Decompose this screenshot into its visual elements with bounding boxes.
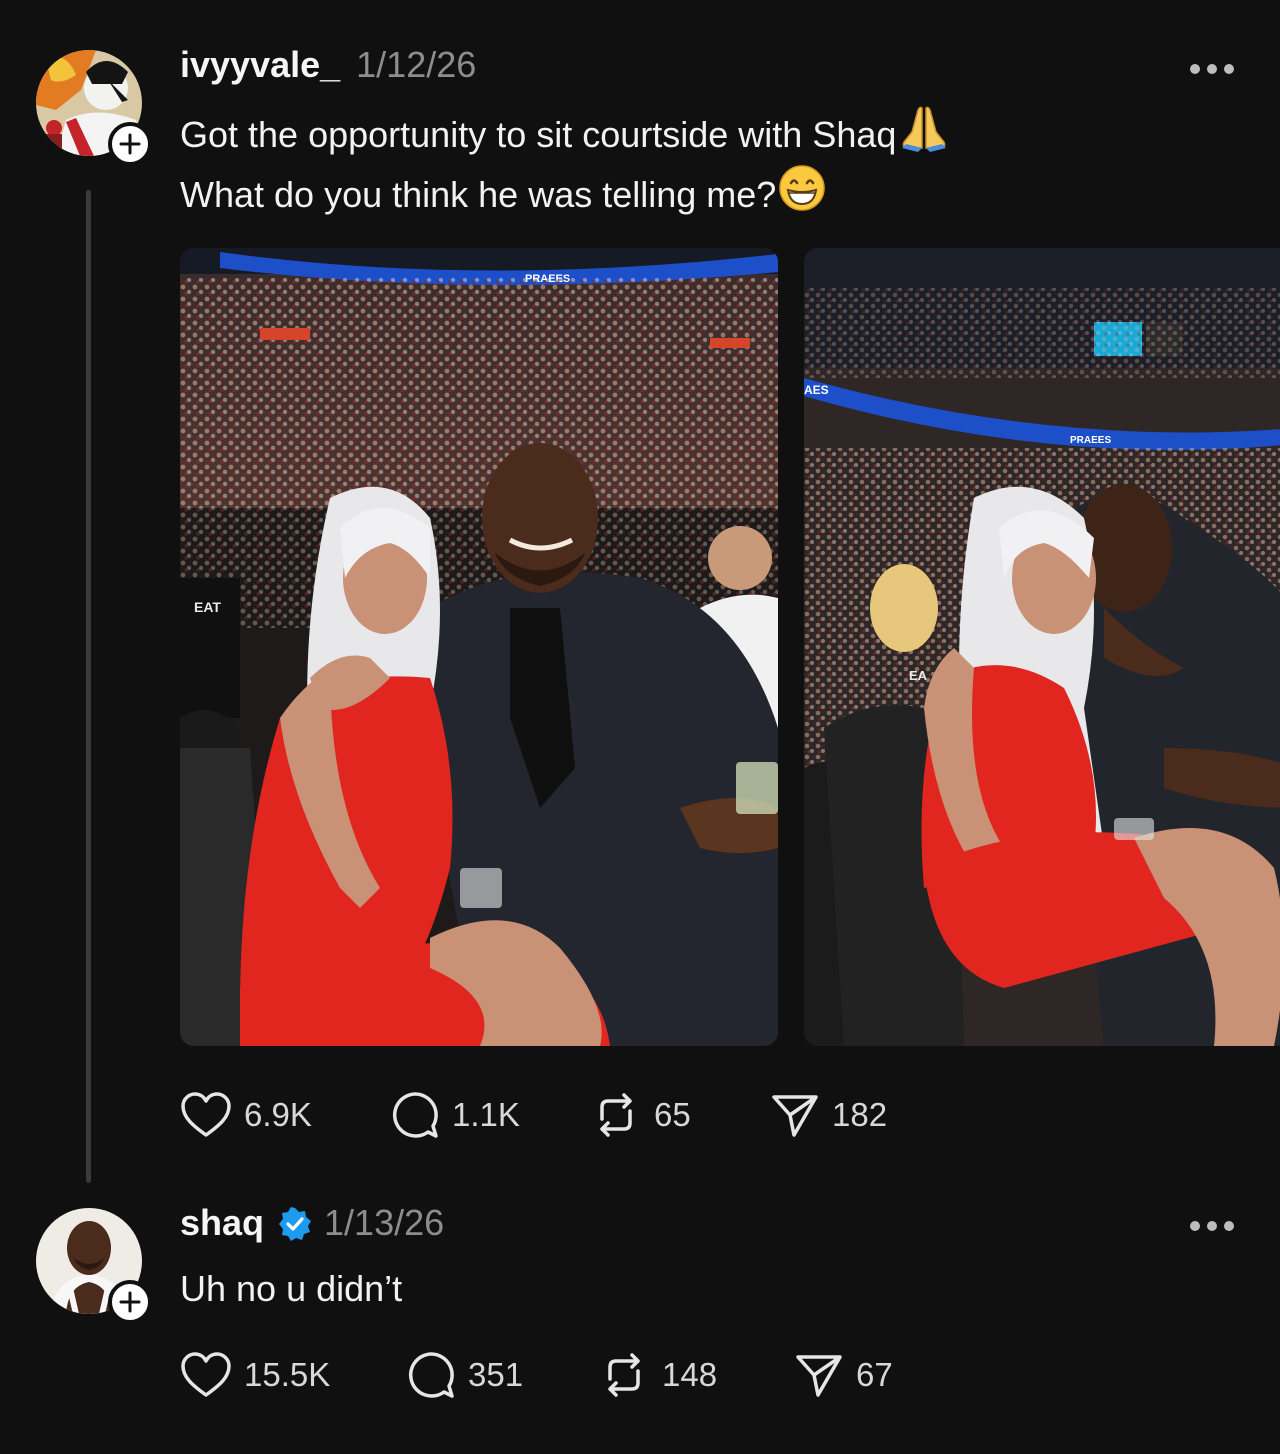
share-count: 67 [856,1356,893,1393]
avatar-shaq[interactable] [36,1208,152,1324]
like-count: 15.5K [244,1356,331,1393]
reply-button[interactable]: 351 [406,1350,523,1400]
heart-icon [181,1352,231,1397]
follow-plus-icon[interactable] [108,1280,152,1324]
repost-icon [608,1353,640,1397]
reply-icon [408,1352,454,1398]
post-text-line-1: Uh no u didn’t [180,1258,402,1320]
post-text: Uh no u didn’t [180,1268,403,1309]
repost-count: 148 [662,1356,718,1393]
more-icon[interactable] [1190,1219,1234,1233]
repost-button[interactable]: 148 [598,1350,717,1400]
reply-count: 351 [468,1356,524,1393]
post-shaq: shaq 1/13/26 Uh no u didn’t 15.5K 351 14… [0,0,1280,1454]
post-header: shaq 1/13/26 [180,1202,444,1246]
username[interactable]: shaq [180,1202,264,1244]
share-icon [796,1355,842,1397]
verified-badge-icon [278,1207,312,1241]
share-button[interactable]: 67 [794,1350,893,1400]
like-button[interactable]: 15.5K [180,1350,330,1400]
post-date: 1/13/26 [324,1202,445,1243]
